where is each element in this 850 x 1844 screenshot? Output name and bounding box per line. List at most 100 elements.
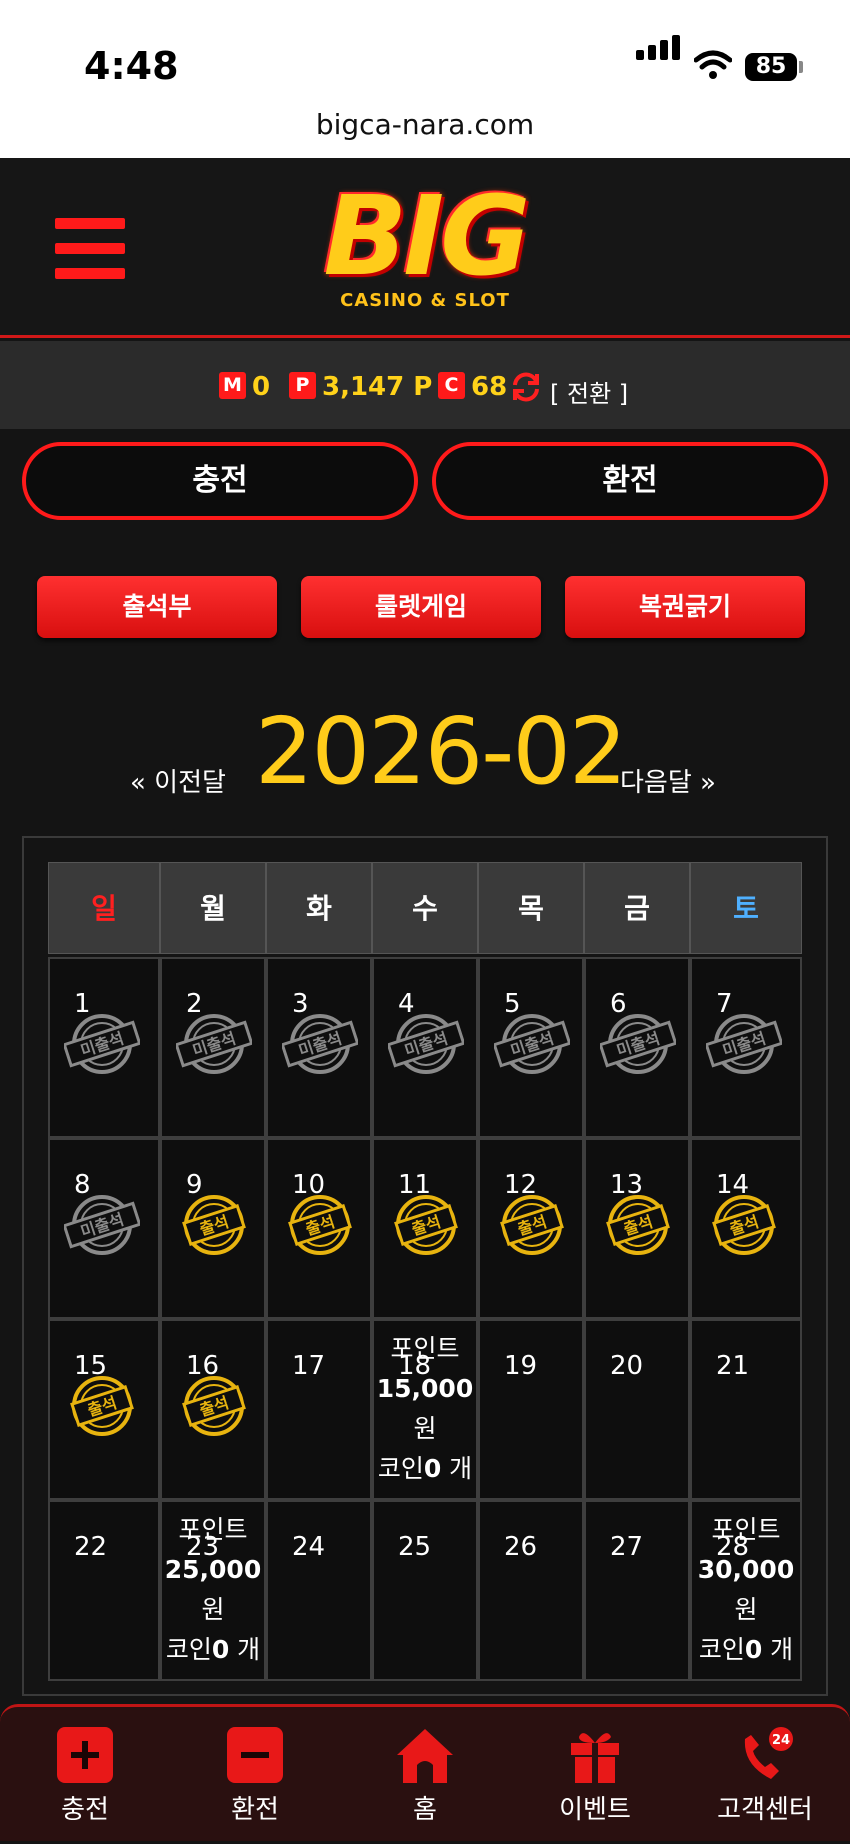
day-number: 22 bbox=[74, 1532, 108, 1562]
prev-month-link[interactable]: « 이전달 bbox=[130, 762, 226, 799]
calendar-day-cell[interactable]: 26 bbox=[478, 1500, 584, 1681]
calendar-day-cell[interactable]: 22 bbox=[48, 1500, 160, 1681]
calendar-day-cell[interactable]: 8 미출석 bbox=[48, 1138, 160, 1319]
tab-support[interactable]: 24 고객센터 bbox=[680, 1707, 850, 1844]
absent-stamp-icon: 미출석 bbox=[282, 1014, 358, 1074]
money-value: 0 bbox=[252, 372, 271, 402]
weekday-header: 수 bbox=[372, 862, 478, 954]
convert-button[interactable]: [ 전환 ] bbox=[550, 374, 628, 409]
calendar-day-cell[interactable]: 16 출석 bbox=[160, 1319, 266, 1500]
coin-count: 0 bbox=[744, 1635, 763, 1664]
attended-stamp-icon: 출석 bbox=[182, 1376, 246, 1436]
attended-stamp-icon: 출석 bbox=[70, 1376, 134, 1436]
refresh-icon[interactable] bbox=[510, 371, 542, 403]
coin-label: 코인 bbox=[377, 1454, 424, 1483]
calendar-day-cell[interactable]: 24 bbox=[266, 1500, 372, 1681]
day-number: 20 bbox=[610, 1351, 644, 1381]
logo-text: BIG bbox=[323, 172, 530, 300]
calendar-day-cell[interactable]: 7 미출석 bbox=[690, 957, 802, 1138]
reward-unit: 원 bbox=[734, 1595, 758, 1624]
reward-info: 포인트 25,000 원 코인0 개 bbox=[162, 1510, 264, 1670]
day-number: 24 bbox=[292, 1532, 326, 1562]
calendar-day-cell[interactable]: 12 출석 bbox=[478, 1138, 584, 1319]
point-badge: P bbox=[289, 372, 316, 399]
reward-amount: 15,000 bbox=[376, 1374, 474, 1403]
tab-exchange[interactable]: 환전 bbox=[170, 1707, 340, 1844]
calendar-day-cell[interactable]: 1 미출석 bbox=[48, 957, 160, 1138]
coin-unit: 개 bbox=[762, 1635, 794, 1664]
coin-label: 코인 bbox=[165, 1635, 212, 1664]
calendar-day-cell[interactable]: 9 출석 bbox=[160, 1138, 266, 1319]
coin-value: 68 bbox=[471, 372, 508, 402]
coin-unit: 개 bbox=[229, 1635, 261, 1664]
calendar-day-cell[interactable]: 28 포인트 30,000 원 코인0 개 bbox=[690, 1500, 802, 1681]
reward-amount: 30,000 bbox=[697, 1555, 795, 1584]
calendar-day-cell[interactable]: 4 미출석 bbox=[372, 957, 478, 1138]
balance-bar: M 0 P 3,147 P C 68 [ 전환 ] bbox=[0, 341, 850, 429]
calendar-day-cell[interactable]: 18 포인트 15,000 원 코인0 개 bbox=[372, 1319, 478, 1500]
tab-label: 홈 bbox=[413, 1795, 437, 1825]
calendar-day-cell[interactable]: 21 bbox=[690, 1319, 802, 1500]
calendar-day-cell[interactable]: 20 bbox=[584, 1319, 690, 1500]
lottery-button[interactable]: 복권긁기 bbox=[565, 576, 805, 638]
attended-stamp-icon: 출석 bbox=[500, 1195, 564, 1255]
calendar-day-cell[interactable]: 27 bbox=[584, 1500, 690, 1681]
coin-count: 0 bbox=[423, 1454, 442, 1483]
day-number: 26 bbox=[504, 1532, 538, 1562]
point-value: 3,147 P bbox=[322, 372, 433, 402]
calendar-day-cell[interactable]: 19 bbox=[478, 1319, 584, 1500]
calendar-day-cell[interactable]: 11 출석 bbox=[372, 1138, 478, 1319]
calendar-day-cell[interactable]: 5 미출석 bbox=[478, 957, 584, 1138]
weekday-header: 화 bbox=[266, 862, 372, 954]
absent-stamp-icon: 미출석 bbox=[176, 1014, 252, 1074]
attended-stamp-icon: 출석 bbox=[606, 1195, 670, 1255]
calendar-day-cell[interactable]: 3 미출석 bbox=[266, 957, 372, 1138]
current-month: 2026-02 bbox=[255, 698, 627, 805]
exchange-button[interactable]: 환전 bbox=[432, 442, 828, 520]
phone-24-icon: 24 bbox=[744, 1727, 793, 1779]
roulette-button[interactable]: 룰렛게임 bbox=[301, 576, 541, 638]
bottom-tab-bar: 충전 환전 홈 이벤트 24 고객센터 bbox=[0, 1704, 850, 1841]
calendar-day-cell[interactable]: 6 미출석 bbox=[584, 957, 690, 1138]
calendar-day-cell[interactable]: 17 bbox=[266, 1319, 372, 1500]
tab-label: 환전 bbox=[231, 1795, 279, 1825]
logo-subtitle: CASINO & SLOT bbox=[340, 290, 510, 311]
weekday-header: 목 bbox=[478, 862, 584, 954]
coin-unit: 개 bbox=[441, 1454, 473, 1483]
absent-stamp-icon: 미출석 bbox=[64, 1195, 140, 1255]
money-badge: M bbox=[219, 372, 246, 399]
calendar-day-cell[interactable]: 25 bbox=[372, 1500, 478, 1681]
tab-home[interactable]: 홈 bbox=[340, 1707, 510, 1844]
day-number: 19 bbox=[504, 1351, 538, 1381]
calendar-day-cell[interactable]: 23 포인트 25,000 원 코인0 개 bbox=[160, 1500, 266, 1681]
absent-stamp-icon: 미출석 bbox=[706, 1014, 782, 1074]
calendar-day-cell[interactable]: 14 출석 bbox=[690, 1138, 802, 1319]
charge-button[interactable]: 충전 bbox=[22, 442, 418, 520]
reward-info: 포인트 30,000 원코인0 개 bbox=[692, 1510, 800, 1670]
reward-amount: 25,000 bbox=[164, 1555, 262, 1584]
absent-stamp-icon: 미출석 bbox=[388, 1014, 464, 1074]
attendance-button[interactable]: 출석부 bbox=[37, 576, 277, 638]
gift-icon bbox=[571, 1733, 619, 1783]
tab-label: 고객센터 bbox=[717, 1795, 813, 1825]
coin-label: 코인 bbox=[698, 1635, 745, 1664]
tab-label: 충전 bbox=[61, 1795, 109, 1825]
calendar-day-cell[interactable]: 10 출석 bbox=[266, 1138, 372, 1319]
weekday-header: 금 bbox=[584, 862, 690, 954]
calendar-day-cell[interactable]: 13 출석 bbox=[584, 1138, 690, 1319]
weekday-header: 일 bbox=[48, 862, 160, 954]
calendar-day-cell[interactable]: 15 출석 bbox=[48, 1319, 160, 1500]
tab-charge[interactable]: 충전 bbox=[0, 1707, 170, 1844]
attended-stamp-icon: 출석 bbox=[288, 1195, 352, 1255]
reward-label: 포인트 bbox=[711, 1515, 781, 1544]
absent-stamp-icon: 미출석 bbox=[494, 1014, 570, 1074]
reward-unit: 원 bbox=[201, 1595, 225, 1624]
url-bar[interactable]: bigca-nara.com bbox=[0, 108, 850, 141]
calendar-day-cell[interactable]: 2 미출석 bbox=[160, 957, 266, 1138]
brand-logo[interactable]: BIG CASINO & SLOT bbox=[285, 176, 565, 316]
site-header: BIG CASINO & SLOT bbox=[0, 158, 850, 338]
hamburger-menu-icon[interactable] bbox=[55, 218, 125, 280]
next-month-link[interactable]: 다음달 » bbox=[620, 762, 716, 799]
day-number: 21 bbox=[716, 1351, 750, 1381]
tab-event[interactable]: 이벤트 bbox=[510, 1707, 680, 1844]
